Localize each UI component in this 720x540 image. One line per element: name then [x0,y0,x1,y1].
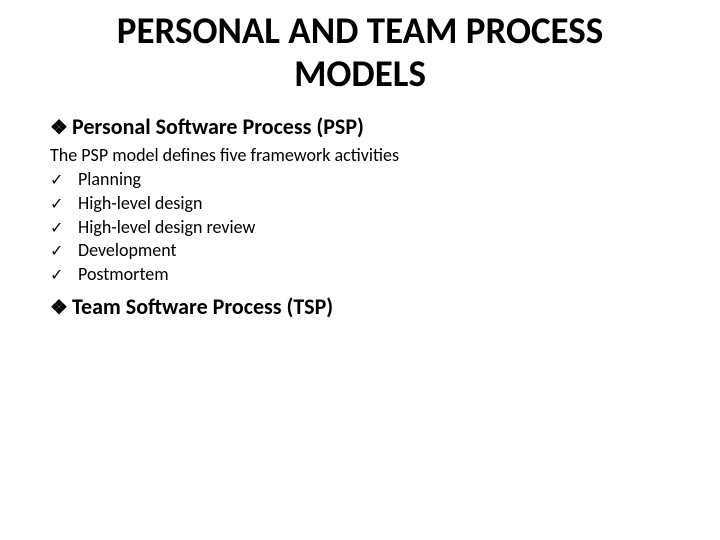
intro-text: The PSP model defines five framework act… [50,144,670,166]
subheading-psp-label: Personal Software Process (PSP) [72,113,364,140]
list-item-label: Postmortem [78,263,169,286]
diamond-bullet-icon: ❖ [50,118,72,138]
check-icon: ✓ [50,195,78,216]
list-item: ✓ High-level design review [50,216,670,240]
subheading-psp: ❖ Personal Software Process (PSP) [50,113,670,140]
list-item-label: Development [78,239,177,262]
list-item-label: High-level design [78,192,202,215]
subheading-tsp-label: Team Software Process (TSP) [72,293,333,320]
list-item: ✓ Postmortem [50,263,670,287]
list-item-label: Planning [78,168,141,191]
activity-list: ✓ Planning ✓ High-level design ✓ High-le… [50,168,670,287]
check-icon: ✓ [50,242,78,263]
page-title: PERSONAL AND TEAM PROCESS MODELS [50,10,670,95]
subheading-tsp: ❖ Team Software Process (TSP) [50,293,670,320]
diamond-bullet-icon: ❖ [50,298,72,318]
list-item-label: High-level design review [78,216,255,239]
check-icon: ✓ [50,171,78,192]
check-icon: ✓ [50,266,78,287]
check-icon: ✓ [50,219,78,240]
list-item: ✓ Development [50,239,670,263]
list-item: ✓ Planning [50,168,670,192]
list-item: ✓ High-level design [50,192,670,216]
